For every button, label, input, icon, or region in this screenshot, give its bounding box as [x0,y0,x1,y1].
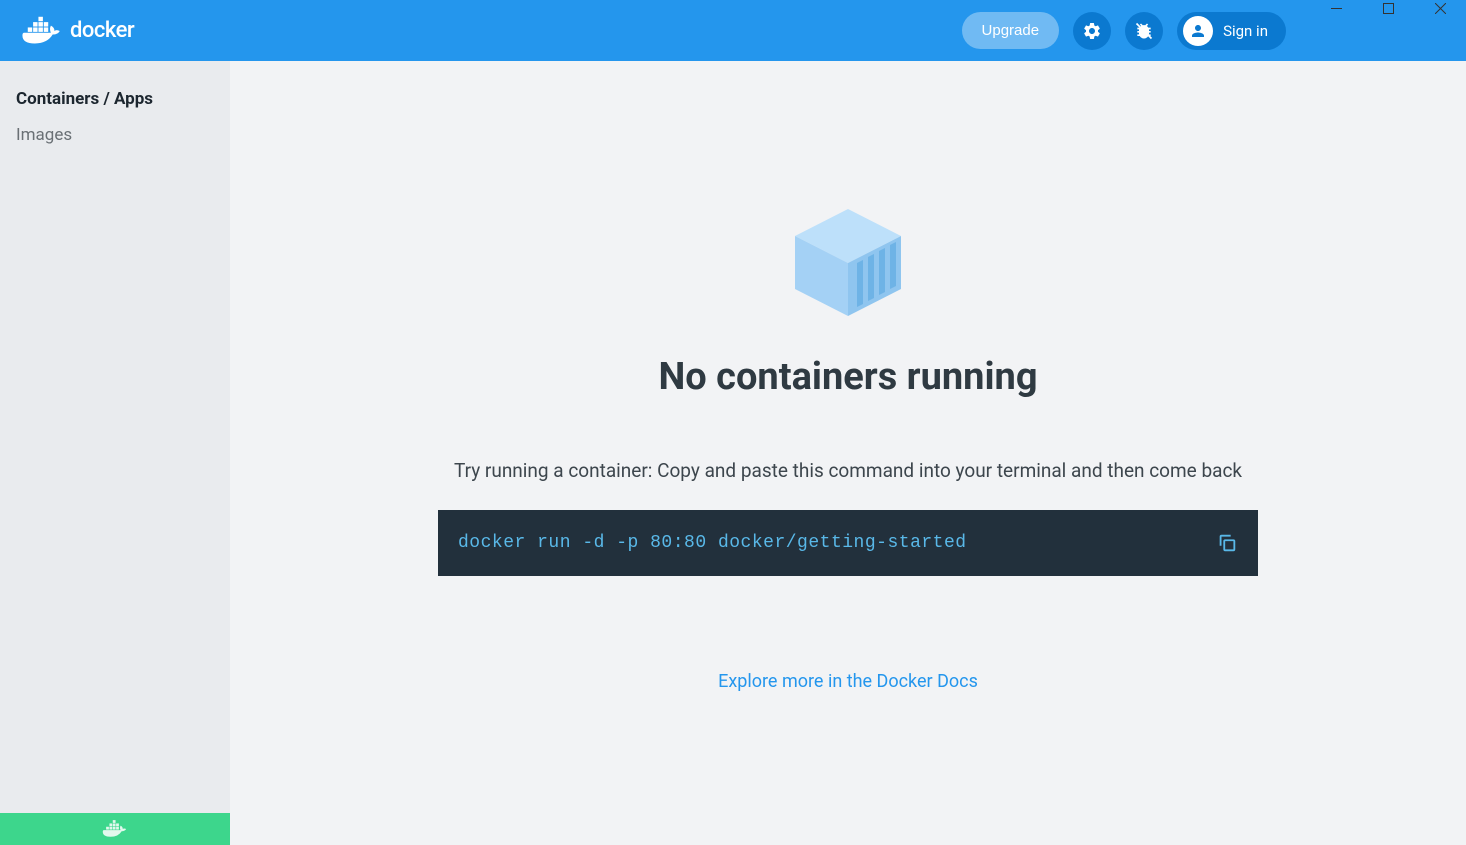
empty-state-heading: No containers running [658,355,1037,399]
close-icon [1435,3,1446,14]
docs-link[interactable]: Explore more in the Docker Docs [718,671,978,692]
brand-text: docker [70,18,134,43]
whale-status-icon [101,819,129,839]
upgrade-button[interactable]: Upgrade [962,12,1060,49]
command-text: docker run -d -p 80:80 docker/getting-st… [458,533,967,553]
sidebar: Containers / Apps Images [0,61,230,845]
close-button[interactable] [1414,0,1466,22]
command-block: docker run -d -p 80:80 docker/getting-st… [438,510,1258,576]
window-controls [1310,0,1466,22]
titlebar: docker Upgrade Si [0,0,1466,61]
sidebar-item-containers[interactable]: Containers / Apps [0,81,230,117]
minimize-button[interactable] [1310,0,1362,22]
signin-label: Sign in [1223,22,1268,40]
bug-icon [1134,21,1154,41]
user-icon [1183,16,1213,46]
status-bar[interactable] [0,813,230,845]
container-illustration [783,201,913,325]
troubleshoot-button[interactable] [1125,12,1163,50]
copy-icon[interactable] [1216,532,1238,554]
gear-icon [1082,21,1102,41]
nav-list: Containers / Apps Images [0,61,230,153]
header-actions: Upgrade Sign in [962,0,1286,61]
settings-button[interactable] [1073,12,1111,50]
main-content: No containers running Try running a cont… [230,61,1466,845]
maximize-icon [1383,3,1394,14]
signin-button[interactable]: Sign in [1177,12,1286,50]
docker-logo[interactable]: docker [20,15,134,47]
minimize-icon [1331,3,1342,14]
whale-icon [20,15,64,47]
sidebar-item-images[interactable]: Images [0,117,230,153]
maximize-button[interactable] [1362,0,1414,22]
empty-state-subtext: Try running a container: Copy and paste … [454,459,1242,482]
